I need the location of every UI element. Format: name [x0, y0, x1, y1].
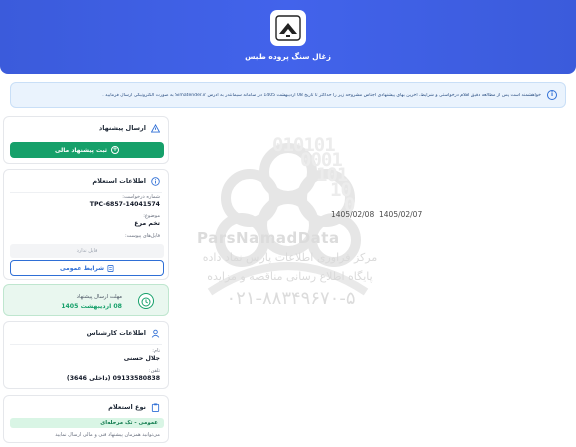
clock-icon: [138, 293, 154, 309]
clipboard-icon: [151, 402, 160, 412]
general-terms-button[interactable]: شرایط عمومی: [10, 260, 164, 276]
inquiry-type-title: نوع استعلام: [108, 403, 146, 411]
expert-info-card: اطلاعات کارشناس نام: جلال حسنی تلفن: 091…: [3, 321, 169, 389]
watermark-brand: ParsNamadData: [197, 229, 340, 247]
deadline-value: 08 اردیبهشت 1405: [61, 303, 122, 310]
card-title: نوع استعلام: [4, 396, 168, 418]
expert-name-label: نام:: [152, 348, 160, 354]
expert-phone-value: 09133580838 (داخلی 3646): [66, 375, 160, 382]
inquiry-info-card: اطلاعات استعلام شماره درخواست: TPC-6857-…: [3, 169, 169, 280]
send-offer-card: ارسال پیشنهاد + ثبت پیشنهاد مالی: [3, 116, 169, 164]
deadline-label: مهلت ارسال پیشنهاد: [76, 294, 122, 300]
submit-financial-offer-label: ثبت پیشنهاد مالی: [54, 146, 108, 154]
watermark-phone: ۰۲۱-۸۸۳۴۹۶۷۰-۵: [226, 288, 356, 309]
user-icon: [151, 329, 160, 338]
attachments-label: فایل‌های پیوست:: [124, 233, 160, 239]
inquiry-type-card: نوع استعلام عمومی - تک مرحله‌ای می‌توانی…: [3, 395, 169, 443]
subject-label: موضوع:: [143, 213, 160, 219]
subject-value: تخم مرغ: [134, 220, 160, 227]
inquiry-info-title: اطلاعات استعلام: [92, 177, 146, 185]
general-terms-label: شرایط عمومی: [59, 264, 105, 272]
info-notice: i خواهشمند است پس از مطالعه دقیق اقلام د…: [10, 82, 566, 108]
info-icon: i: [547, 90, 557, 100]
attachments-value: فایل ندارد: [10, 244, 164, 258]
request-number-value: TPC-6857-14041574: [89, 201, 160, 208]
send-offer-title: ارسال پیشنهاد: [98, 124, 146, 132]
watermark-line-1: مرکز فراوری اطلاعات پارس نماد داده: [202, 251, 378, 264]
deadline-card: مهلت ارسال پیشنهاد 08 اردیبهشت 1405: [3, 284, 169, 316]
plus-circle-icon: +: [111, 146, 120, 154]
document-icon: [107, 264, 114, 272]
org-logo-icon: [275, 15, 301, 41]
warning-icon: [151, 123, 160, 133]
expert-name-value: جلال حسنی: [123, 355, 160, 362]
submit-financial-offer-button[interactable]: + ثبت پیشنهاد مالی: [10, 142, 164, 158]
request-number-label: شماره درخواست:: [122, 194, 160, 200]
org-logo: [270, 10, 306, 46]
card-title: ارسال پیشنهاد: [4, 117, 168, 139]
card-title: اطلاعات کارشناس: [4, 322, 168, 344]
watermark-line-2: پایگاه اطلاع رسانی مناقصه و مزایده: [207, 270, 373, 283]
expert-phone-label: تلفن:: [148, 368, 160, 374]
page-title: زغال سنگ پروده طبس: [245, 52, 331, 61]
notice-text: خواهشمند است پس از مطالعه دقیق اقلام درخ…: [102, 92, 541, 98]
expert-info-title: اطلاعات کارشناس: [86, 329, 146, 337]
date-label: 1405/02/07: [379, 210, 423, 219]
page-header: زغال سنگ پروده طبس: [0, 0, 576, 74]
date-label: 1405/02/08: [331, 210, 375, 219]
inquiry-type-description: می‌توانید همزمان پیشنهاد فنی و مالی ارسا…: [55, 432, 160, 438]
card-title: اطلاعات استعلام: [4, 170, 168, 192]
info-icon: [151, 176, 160, 186]
inquiry-type-badge: عمومی - تک مرحله‌ای: [10, 418, 164, 428]
